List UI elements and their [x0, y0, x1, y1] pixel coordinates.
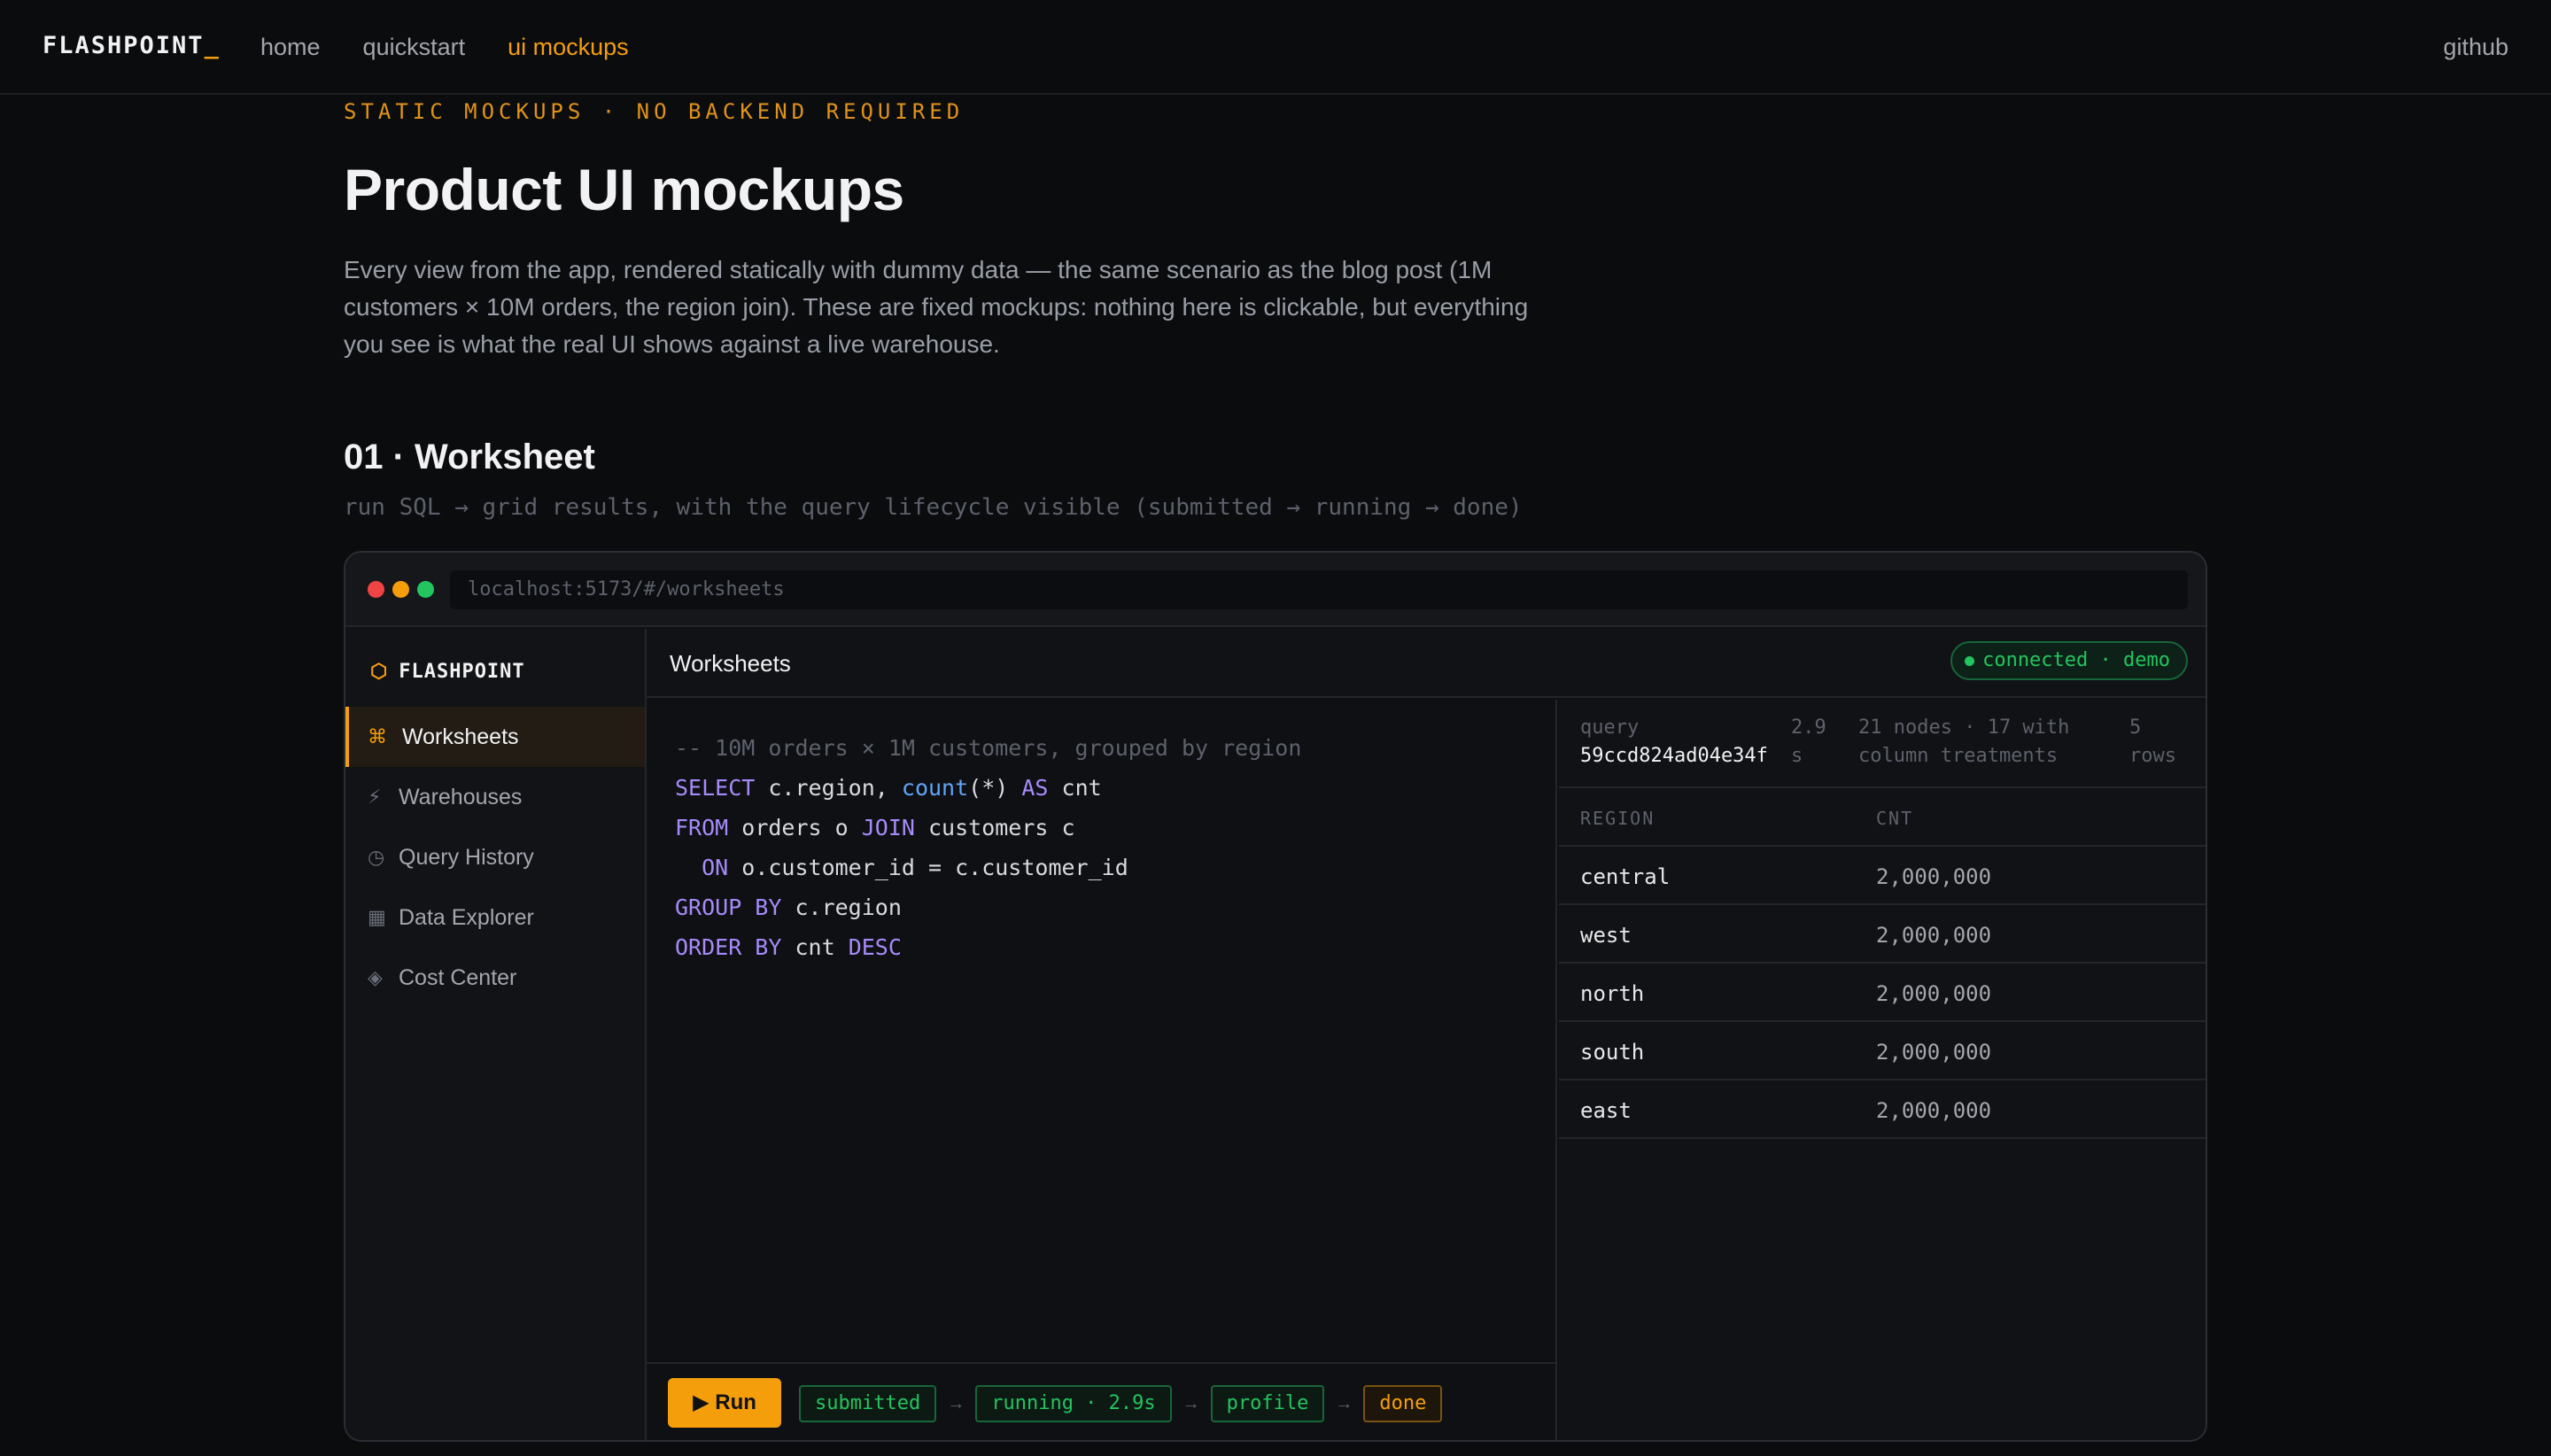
query-lifecycle: submitted → running · 2.9s → profile → d…	[799, 1385, 1443, 1422]
step-done: done	[1363, 1385, 1443, 1422]
sidebar-item-label: Query History	[399, 844, 534, 870]
page-title: Product UI mockups	[344, 157, 904, 222]
page-lede: Every view from the app, rendered static…	[344, 256, 1529, 358]
column-header-cnt[interactable]: CNT	[1876, 808, 1913, 829]
worksheet-header: Worksheets connected · demo	[647, 629, 2206, 698]
arrow-icon: →	[1335, 1393, 1353, 1413]
connection-status-badge: connected · demo	[1950, 641, 2188, 680]
mock-window: localhost:5173/#/worksheets ⬡ FLASHPOINT …	[344, 551, 2207, 1442]
step-submitted: submitted	[799, 1385, 937, 1422]
sidebar-item-data-explorer[interactable]: ▦ Data Explorer	[345, 887, 645, 948]
url-bar[interactable]: localhost:5173/#/worksheets	[450, 570, 2188, 609]
app-sidebar: ⬡ FLASHPOINT ⌘ Worksheets ⚡ Warehouses ◷ …	[345, 629, 647, 1440]
page-eyebrow: STATIC MOCKUPS · NO BACKEND REQUIRED	[344, 99, 965, 124]
window-titlebar: localhost:5173/#/worksheets	[345, 553, 2206, 627]
sql-editor[interactable]: -- 10M orders × 1M customers, grouped by…	[647, 700, 1557, 1369]
sidebar-item-cost-center[interactable]: ◈ Cost Center	[345, 948, 645, 1008]
brand-cursor: _	[204, 32, 221, 59]
arrow-icon: →	[947, 1393, 965, 1413]
sidebar-item-warehouses[interactable]: ⚡ Warehouses	[345, 767, 645, 827]
lightning-icon: ⚡	[368, 786, 382, 808]
arrow-icon: →	[1182, 1393, 1200, 1413]
table-icon: ▦	[368, 906, 386, 928]
nav-link-github[interactable]: github	[2443, 34, 2508, 61]
sidebar-item-query-history[interactable]: ◷ Query History	[345, 827, 645, 887]
section-subtitle: run SQL → grid results, with the query l…	[344, 494, 1523, 521]
app-brand: ⬡ FLASHPOINT	[370, 661, 525, 683]
run-bar: ▶ Run submitted → running · 2.9s → profi…	[647, 1362, 1557, 1440]
maximize-dot-icon	[417, 581, 434, 598]
nav-link-quickstart[interactable]: quickstart	[363, 34, 466, 61]
query-row-count: 5 rows	[2129, 716, 2176, 767]
column-header-region[interactable]: REGION	[1580, 808, 1655, 829]
hexagon-icon: ⬡	[370, 661, 389, 683]
sidebar-item-label: Cost Center	[399, 964, 517, 990]
table-row: west 2,000,000	[1559, 905, 2206, 964]
nav-links: home quickstart ui mockups	[260, 34, 629, 61]
clock-icon: ◷	[368, 846, 385, 868]
site-brand[interactable]: FLASHPOINT_	[43, 32, 221, 59]
nav-link-home[interactable]: home	[260, 34, 321, 61]
query-id: query 59ccd824ad04e34f	[1580, 716, 1768, 767]
nav-link-ui-mockups[interactable]: ui mockups	[508, 34, 629, 61]
worksheet-title: Worksheets	[670, 650, 791, 677]
command-icon: ⌘	[368, 725, 387, 747]
query-meta: query 59ccd824ad04e34f 2.9 s 21 nodes · …	[1559, 700, 2206, 788]
status-dot-icon	[1965, 656, 1975, 666]
table-row: south 2,000,000	[1559, 1022, 2206, 1080]
query-duration: 2.9 s	[1791, 716, 1826, 767]
step-running: running · 2.9s	[975, 1385, 1172, 1422]
close-dot-icon	[368, 581, 384, 598]
top-nav: FLASHPOINT_ home quickstart ui mockups g…	[0, 0, 2551, 95]
diamond-icon: ◈	[368, 966, 383, 988]
sql-comment: -- 10M orders × 1M customers, grouped by…	[675, 735, 1302, 761]
sidebar-item-label: Data Explorer	[399, 904, 534, 930]
query-nodes: 21 nodes · 17 with column treatments	[1858, 716, 2070, 767]
results-header: REGION CNT	[1559, 788, 2206, 847]
sidebar-item-label: Warehouses	[399, 784, 523, 809]
results-panel: query 59ccd824ad04e34f 2.9 s 21 nodes · …	[1559, 700, 2206, 1440]
run-button[interactable]: ▶ Run	[668, 1378, 781, 1428]
sidebar-item-worksheets[interactable]: ⌘ Worksheets	[345, 707, 645, 767]
sidebar-item-label: Worksheets	[402, 724, 519, 749]
table-row: central 2,000,000	[1559, 847, 2206, 905]
section-title: 01 · Worksheet	[344, 438, 595, 476]
table-row: north 2,000,000	[1559, 964, 2206, 1022]
table-row: east 2,000,000	[1559, 1080, 2206, 1139]
step-profile[interactable]: profile	[1210, 1385, 1325, 1422]
minimize-dot-icon	[392, 581, 409, 598]
